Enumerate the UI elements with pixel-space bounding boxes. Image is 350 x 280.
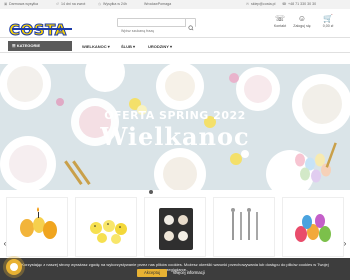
topbar-phone[interactable]: +48 71 330 30 30 — [288, 2, 316, 6]
product-image — [90, 220, 127, 244]
cookie-more-link[interactable]: Więcej informacji — [173, 270, 205, 275]
product-card[interactable] — [6, 197, 68, 257]
nav-item-urodziny[interactable]: URODZINY ▾ — [148, 44, 172, 49]
cart-icon: 🛒 — [323, 14, 333, 23]
slider-dot[interactable] — [190, 190, 195, 194]
product-card[interactable] — [282, 197, 344, 257]
hero-banner[interactable]: OFERTA SPRING 2022 Wielkanoc — [0, 64, 350, 190]
slider-dot[interactable] — [176, 190, 181, 194]
cart-link[interactable]: 🛒 0,00 zł — [318, 14, 338, 28]
clock-icon: ◷ — [98, 2, 102, 6]
slider-dot[interactable] — [162, 190, 167, 194]
cookie-accept-button[interactable]: Akceptuj — [137, 269, 167, 277]
nav-item-label: ŚLUB — [121, 44, 132, 49]
login-link[interactable]: ☺ Zaloguj się — [292, 14, 312, 28]
nav-item-label: WIELKANOC — [82, 44, 107, 49]
categories-button[interactable]: ☰ KATEGORIE — [8, 41, 72, 51]
login-icon: ☺ — [297, 14, 307, 23]
search-icon — [188, 25, 194, 31]
product-carousel — [0, 197, 350, 257]
topbar-location[interactable]: WrocławPomaga — [144, 2, 171, 6]
logo-underline — [12, 28, 72, 30]
truck-icon: ▣ — [4, 2, 8, 6]
hero-subtitle: OFERTA SPRING 2022 — [104, 109, 246, 122]
contact-icon: ☏ — [274, 14, 285, 23]
topbar-email[interactable]: sklep@costa.pl — [251, 2, 275, 6]
product-image — [295, 214, 331, 242]
topbar-returns: 14 dni na zwrot — [61, 2, 86, 6]
product-card[interactable] — [75, 197, 137, 257]
nav-item-slub[interactable]: ŚLUB ▾ — [121, 44, 135, 49]
product-image — [159, 208, 193, 250]
topbar-shipping: Darmowa wysyłka — [9, 2, 38, 6]
contact-link[interactable]: ☏ Kontakt — [270, 14, 290, 28]
categories-label: KATEGORIE — [16, 43, 41, 48]
slider-dot[interactable] — [183, 190, 188, 194]
product-card[interactable] — [144, 197, 206, 257]
nav-item-label: URODZINY — [148, 44, 169, 49]
slider-dot[interactable] — [155, 190, 160, 194]
cookie-banner: Korzystając z naszej strony wyrażasz zgo… — [0, 258, 350, 280]
carousel-prev-icon[interactable]: ‹ — [1, 240, 9, 248]
contact-label: Kontakt — [273, 24, 287, 28]
product-card[interactable] — [213, 197, 275, 257]
return-icon: ↺ — [56, 2, 60, 6]
topbar: ▣ Darmowa wysyłka ↺ 14 dni na zwrot ◷ Wy… — [0, 0, 350, 9]
slider-dot[interactable] — [197, 190, 202, 194]
login-label: Zaloguj się — [293, 24, 311, 28]
search-input[interactable] — [118, 27, 184, 35]
cookie-settings-icon[interactable] — [6, 259, 22, 275]
cookie-icon-inner — [10, 263, 18, 271]
product-image — [20, 207, 57, 239]
mail-icon: ✉ — [246, 2, 250, 6]
search-box — [117, 18, 196, 35]
logo[interactable]: COSTA — [9, 22, 67, 38]
main-nav: ☰ KATEGORIE WIELKANOC ▾ ŚLUB ▾ URODZINY … — [0, 37, 350, 53]
product-image — [231, 208, 258, 240]
nav-item-wielkanoc[interactable]: WIELKANOC ▾ — [82, 44, 110, 49]
phone-icon: ☎ — [282, 2, 287, 6]
hero-title: Wielkanoc — [100, 122, 250, 151]
search-button[interactable] — [185, 19, 195, 31]
cart-total: 0,00 zł — [322, 24, 334, 28]
slider-dot[interactable] — [169, 190, 174, 194]
carousel-next-icon[interactable]: › — [341, 240, 349, 248]
slider-dot[interactable] — [148, 190, 153, 194]
topbar-delivery: Wysyłka w 24h — [103, 2, 127, 6]
